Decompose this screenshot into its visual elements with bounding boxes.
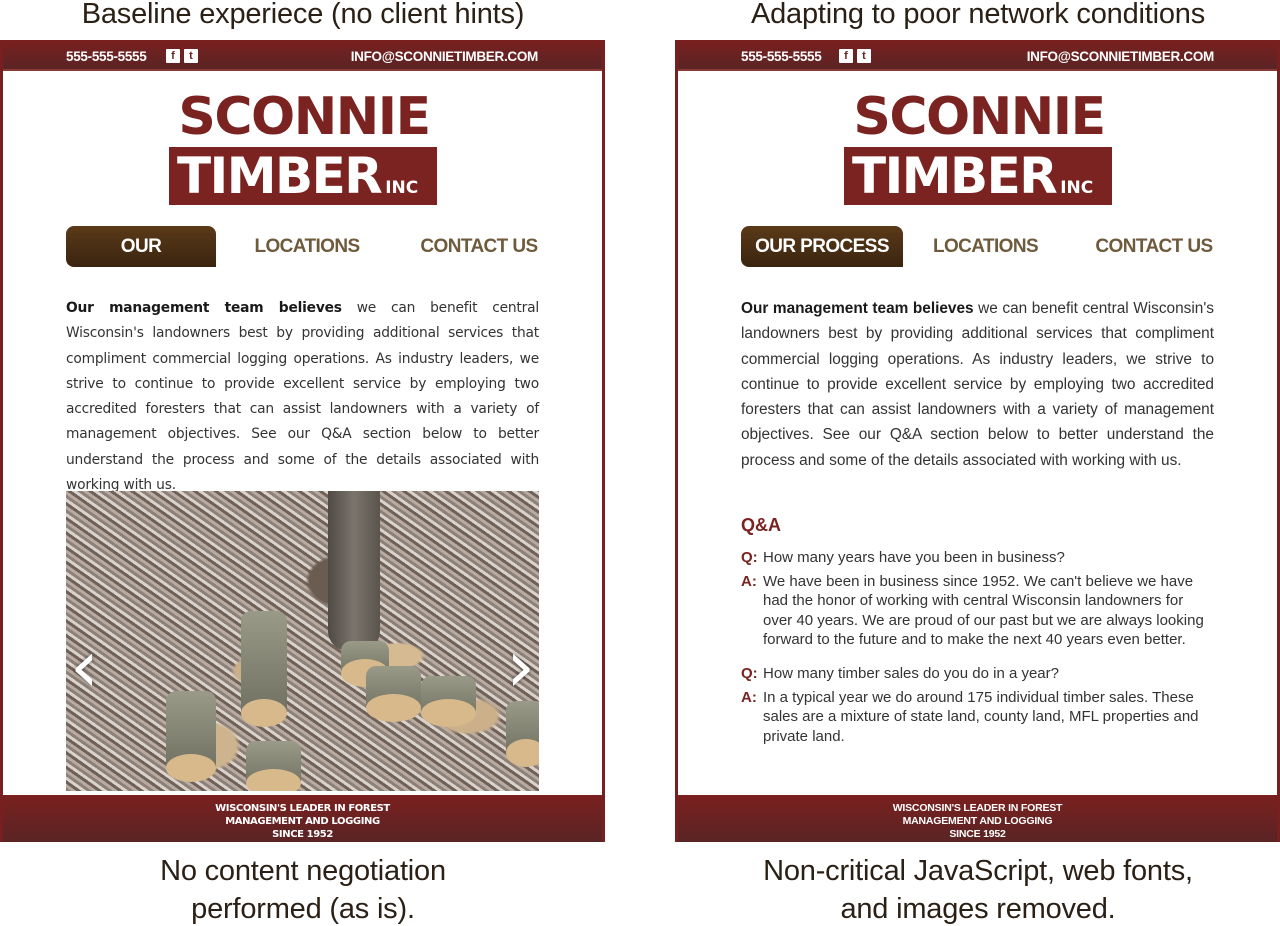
question: Q: How many timber sales do you do in a y…: [741, 664, 1214, 684]
twitter-icon[interactable]: t: [857, 49, 871, 63]
logo-suffix: INC: [1060, 178, 1094, 198]
social-links: f t: [839, 49, 871, 63]
intro-bold: Our management team believes: [66, 300, 342, 316]
carousel-next-icon[interactable]: ›: [505, 630, 535, 702]
log: [421, 676, 476, 727]
site-footer: WISCONSIN'S LEADER IN FOREST MANAGEMENT …: [3, 795, 602, 842]
logo-suffix: INC: [385, 178, 419, 198]
adapted-caption: Adapting to poor network conditions: [750, 0, 1206, 30]
logo-line1: SCONNIE: [853, 87, 1106, 147]
footer-line3: SINCE 1952: [949, 828, 1006, 840]
main-nav: OUR PROCESS LOCATIONS CONTACT US: [741, 226, 1214, 268]
intro-paragraph: Our management team believes we can bene…: [66, 296, 539, 498]
logging-photo-carousel: ‹ ›: [66, 491, 539, 791]
qa-heading: Q&A: [741, 515, 781, 535]
site-footer: WISCONSIN'S LEADER IN FOREST MANAGEMENT …: [678, 795, 1277, 842]
nav-our-process[interactable]: OUR PROCESS: [741, 226, 903, 267]
email-link[interactable]: INFO@SCONNIETIMBER.COM: [351, 49, 539, 64]
facebook-icon[interactable]: f: [166, 49, 180, 63]
carousel-prev-icon[interactable]: ‹: [70, 630, 100, 702]
question-text: How many timber sales do you do in a yea…: [763, 664, 1059, 682]
footer-line2: MANAGEMENT AND LOGGING: [225, 816, 380, 827]
baseline-caption: Baseline experiece (no client hints): [81, 0, 525, 30]
logo-line2-box: TIMBER INC: [844, 147, 1112, 205]
phone-link[interactable]: 555-555-5555: [66, 49, 147, 64]
adapted-description-line1: Non-critical JavaScript, web fonts,: [763, 855, 1193, 887]
qa-item: Q: How many years have you been in busine…: [741, 548, 1214, 650]
tree-trunk: [328, 491, 380, 651]
question-tag: Q:: [741, 664, 758, 682]
answer: A: In a typical year we do around 175 ind…: [741, 688, 1214, 747]
question: Q: How many years have you been in busine…: [741, 548, 1214, 568]
qa-item: Q: How many timber sales do you do in a y…: [741, 664, 1214, 746]
top-bar: 555-555-5555 f t INFO@SCONNIETIMBER.COM: [3, 40, 602, 71]
social-links: f t: [166, 49, 198, 63]
logo-line2: TIMBER: [852, 147, 1058, 205]
log: [246, 741, 301, 791]
site-logo[interactable]: SCONNIE TIMBER INC: [844, 88, 1114, 208]
intro-bold: Our management team believes: [741, 300, 974, 317]
nav-contact-us[interactable]: CONTACT US: [1094, 226, 1214, 267]
logo-line2-box: TIMBER INC: [169, 147, 437, 205]
nav-contact-us[interactable]: CONTACT US: [419, 226, 539, 267]
answer: A: We have been in business since 1952. W…: [741, 572, 1214, 650]
answer-tag: A:: [741, 572, 757, 590]
logo-line1: SCONNIE: [178, 87, 431, 147]
nav-locations[interactable]: LOCATIONS: [928, 226, 1043, 267]
nav-our-process[interactable]: OUR PROCESS: [66, 226, 216, 298]
footer-line2: MANAGEMENT AND LOGGING: [902, 815, 1053, 827]
answer-text: We have been in business since 1952. We …: [763, 572, 1204, 649]
adapted-page-preview: 555-555-5555 f t INFO@SCONNIETIMBER.COM …: [675, 40, 1280, 842]
question-tag: Q:: [741, 549, 758, 566]
facebook-icon[interactable]: f: [839, 49, 853, 63]
answer-text: In a typical year we do around 175 indiv…: [763, 688, 1199, 745]
site-logo[interactable]: SCONNIE TIMBER INC: [169, 88, 439, 208]
question-text: How many years have you been in business…: [763, 549, 1065, 566]
baseline-description-line2: performed (as is).: [191, 893, 415, 925]
adapted-description: Non-critical JavaScript, web fonts, and …: [677, 852, 1279, 926]
main-nav: OUR PROCESS LOCATIONS CONTACT US: [66, 226, 539, 298]
baseline-description: No content negotiation performed (as is)…: [2, 852, 604, 926]
footer-line1: WISCONSIN'S LEADER IN FOREST: [215, 803, 390, 814]
intro-text: we can benefit central Wisconsin's lando…: [741, 300, 1214, 469]
intro-text: we can benefit central Wisconsin's lando…: [66, 300, 539, 494]
intro-paragraph: Our management team believes we can bene…: [741, 296, 1214, 473]
qa-section: Q&A Q: How many years have you been in bu…: [741, 513, 1214, 760]
answer-tag: A:: [741, 688, 757, 706]
logo-line2: TIMBER: [177, 147, 383, 205]
email-link[interactable]: INFO@SCONNIETIMBER.COM: [1027, 49, 1215, 64]
top-bar: 555-555-5555 f t INFO@SCONNIETIMBER.COM: [678, 40, 1277, 71]
log: [166, 691, 216, 782]
phone-link[interactable]: 555-555-5555: [741, 49, 822, 64]
footer-line1: WISCONSIN'S LEADER IN FOREST: [892, 802, 1063, 814]
twitter-icon[interactable]: t: [184, 49, 198, 63]
nav-locations[interactable]: LOCATIONS: [252, 226, 362, 267]
log: [366, 666, 421, 722]
adapted-description-line2: and images removed.: [840, 893, 1116, 925]
footer-line3: SINCE 1952: [272, 829, 333, 840]
baseline-description-line1: No content negotiation: [160, 855, 446, 887]
log: [241, 611, 287, 727]
log: [506, 701, 539, 767]
baseline-page-preview: 555-555-5555 f t INFO@SCONNIETIMBER.COM …: [0, 40, 605, 842]
